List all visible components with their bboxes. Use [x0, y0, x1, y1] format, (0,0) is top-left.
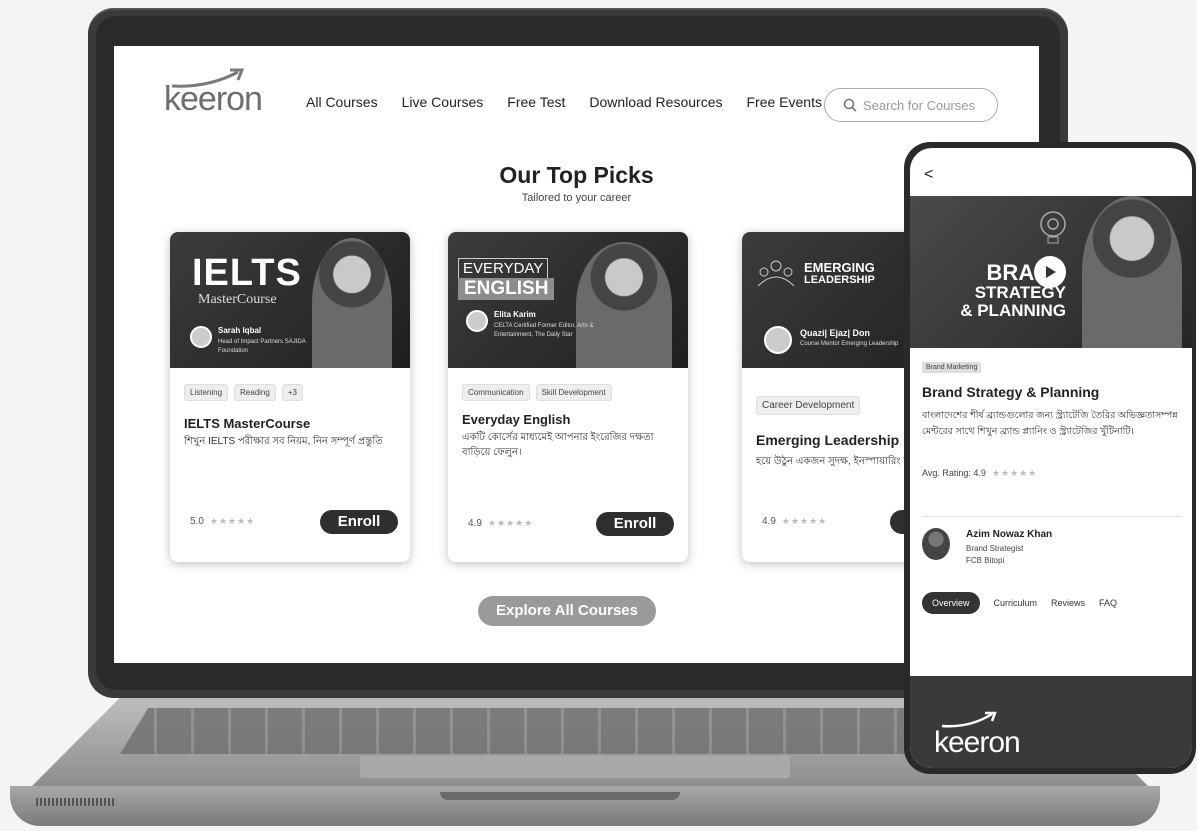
mentor-name: Elita Karim: [494, 310, 536, 319]
divider: [922, 516, 1182, 517]
rating-value: 5.0: [190, 516, 204, 527]
nav-download-resources[interactable]: Download Resources: [589, 94, 722, 110]
mentor-avatar: [764, 326, 792, 354]
banner-subtitle: MasterCourse: [198, 292, 277, 307]
mentor-avatar: [466, 310, 488, 332]
instructor-photo: [312, 238, 392, 368]
rating: 4.9 ★★★★★: [468, 518, 533, 529]
card-title[interactable]: Everyday English: [462, 412, 570, 427]
stage: keeron All Courses Live Courses Free Tes…: [0, 0, 1197, 831]
phone-screen: < BRAND STRATEGY & PLANNING Brand Market…: [910, 148, 1192, 768]
rating: 5.0 ★★★★★: [190, 516, 255, 527]
footer-logo[interactable]: keeron: [934, 726, 1021, 760]
tab-overview[interactable]: Overview: [922, 592, 980, 614]
banner-title: LEADERSHIP: [804, 274, 875, 286]
tag[interactable]: Communication: [462, 384, 530, 401]
card-banner: EVERYDAY ENGLISH Elita Karim CELTA Certi…: [448, 232, 688, 368]
mentor-role: Brand Strategist FCB Bitopi: [966, 543, 1023, 567]
instructor-photo: [576, 242, 672, 368]
tab-reviews[interactable]: Reviews: [1051, 598, 1085, 608]
rating-value: 4.9: [468, 518, 482, 529]
laptop-ports: [36, 798, 116, 806]
section-subtitle: Tailored to your career: [521, 192, 632, 204]
card-description: শিখুন IELTS পরীক্ষার সব নিয়ম, নিন সম্পূ…: [184, 436, 383, 447]
explore-all-courses-button[interactable]: Explore All Courses: [478, 596, 656, 626]
section-title: Our Top Picks: [499, 162, 654, 188]
star-rating-icon: ★★★★★: [209, 516, 256, 526]
nav-free-test[interactable]: Free Test: [507, 94, 565, 110]
course-card-ielts[interactable]: IELTS MasterCourse Sarah Iqbal Head of I…: [170, 232, 410, 562]
tab-faq[interactable]: FAQ: [1099, 598, 1117, 608]
rating-value: 4.9: [762, 516, 776, 527]
category-tag[interactable]: Brand Marketing: [922, 362, 982, 373]
mentor-role: CELTA Certified Former Editor, Arts & En…: [494, 323, 594, 338]
tag[interactable]: Reading: [234, 384, 276, 401]
mentor-avatar: [922, 528, 950, 560]
star-rating-icon: ★★★★★: [781, 516, 828, 526]
play-icon: [1046, 266, 1056, 278]
search-input[interactable]: Search for Courses: [824, 88, 998, 122]
logo-text: keeron: [164, 80, 263, 118]
mentor-name: Azim Nowaz Khan: [966, 529, 1053, 540]
course-banner: BRAND STRATEGY & PLANNING: [910, 196, 1192, 348]
banner-title-top: EVERYDAY: [458, 258, 549, 279]
mentor-company: FCB Bitopi: [966, 556, 1005, 565]
card-title[interactable]: IELTS MasterCourse: [184, 416, 310, 431]
tab-curriculum[interactable]: Curriculum: [994, 598, 1038, 608]
star-rating-icon: ★★★★★: [991, 468, 1038, 478]
card-banner: IELTS MasterCourse Sarah Iqbal Head of I…: [170, 232, 410, 368]
search-icon: [843, 98, 857, 112]
tag[interactable]: Listening: [184, 384, 229, 401]
instructor-photo: [1082, 196, 1182, 348]
trackpad: [360, 756, 790, 778]
banner-title-top: EMERGING: [804, 260, 875, 275]
nav-live-courses[interactable]: Live Courses: [402, 94, 484, 110]
play-button[interactable]: [1034, 256, 1066, 288]
tag-more[interactable]: +3: [281, 384, 303, 401]
mentor-role: Head of Impact Partners SAJIDA Foundatio…: [218, 339, 306, 354]
rating-label: Avg. Rating: 4.9: [922, 468, 986, 478]
course-title: Brand Strategy & Planning: [922, 384, 1100, 400]
banner-line: & PLANNING: [960, 301, 1066, 320]
banner-title: ENGLISH: [458, 278, 555, 300]
tag-list: Communication Skill Development: [462, 384, 612, 401]
card-description: একটি কোর্সের মাধ্যমেই আপনার ইংরেজির দক্ষ…: [462, 432, 654, 458]
avg-rating: Avg. Rating: 4.9 ★★★★★: [922, 468, 1037, 479]
tag-list: Career Development: [756, 396, 861, 415]
course-tabs: Overview Curriculum Reviews FAQ: [922, 592, 1117, 614]
back-arrow-icon[interactable]: <: [924, 166, 933, 184]
star-rating-icon: ★★★★★: [487, 518, 534, 528]
enroll-button[interactable]: Enroll: [596, 512, 674, 536]
mentor-name: Quazi| Ejaz| Don: [800, 328, 871, 338]
tag[interactable]: Skill Development: [535, 384, 612, 401]
nav-all-courses[interactable]: All Courses: [306, 94, 378, 110]
search-placeholder: Search for Courses: [863, 97, 975, 113]
rating: 4.9 ★★★★★: [762, 516, 827, 527]
tag-list: Listening Reading +3: [184, 384, 303, 401]
front-notch: [440, 792, 680, 800]
logo[interactable]: keeron: [164, 66, 274, 118]
mentor-role: Course Mentor Emerging Leadership: [800, 341, 899, 347]
mentor-name: Sarah Iqbal: [218, 326, 262, 335]
card-title[interactable]: Emerging Leadership: [756, 432, 899, 448]
leadership-icon: [757, 260, 795, 287]
lightbulb-gear-icon: [1040, 211, 1066, 244]
banner-title: IELTS: [192, 252, 302, 294]
mentor-title: Brand Strategist: [966, 544, 1024, 553]
mentor-avatar: [190, 326, 212, 348]
nav-free-events[interactable]: Free Events: [746, 94, 821, 110]
course-card-everyday-english[interactable]: EVERYDAY ENGLISH Elita Karim CELTA Certi…: [448, 232, 688, 562]
tag[interactable]: Career Development: [756, 396, 861, 415]
main-nav: All Courses Live Courses Free Test Downl…: [306, 94, 846, 110]
course-description: বাংলাদেশের শীর্ষ ব্র্যান্ডগুলোর জন্য স্ট…: [922, 410, 1178, 437]
enroll-button[interactable]: Enroll: [320, 510, 398, 534]
laptop-screen: keeron All Courses Live Courses Free Tes…: [114, 46, 1039, 663]
